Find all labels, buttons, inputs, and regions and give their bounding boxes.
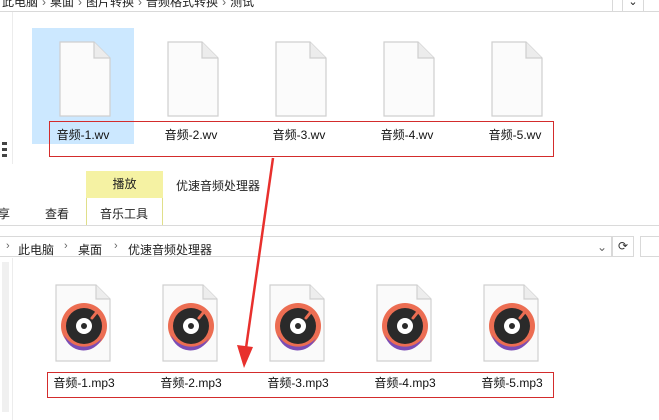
blank-document-icon <box>59 41 111 117</box>
crumb-sep-icon: › <box>42 0 47 9</box>
mp3-files-highlight-box <box>47 372 554 398</box>
crumb-sep-icon: › <box>138 0 143 9</box>
blank-document-icon <box>275 41 327 117</box>
chevron-right-icon: › <box>64 240 68 252</box>
crumb-audio-convert[interactable]: 音频格式转换 <box>144 0 220 9</box>
chevron-down-icon[interactable]: ⌄ <box>597 240 607 254</box>
chevron-right-icon: › <box>6 240 10 252</box>
refresh-button[interactable]: ⟳ <box>612 236 634 257</box>
blank-document-icon <box>491 41 543 117</box>
nav-scrollbar[interactable] <box>2 262 9 412</box>
chevron-right-icon: › <box>114 240 118 252</box>
tab-share[interactable]: 享 <box>0 205 10 222</box>
wv-files-highlight-box <box>49 121 554 157</box>
crumb-this-pc[interactable]: 此电脑 <box>0 0 40 9</box>
crumb-this-pc[interactable]: 此电脑 <box>18 241 54 258</box>
top-navigation-pane[interactable] <box>0 12 13 164</box>
blank-document-icon <box>167 41 219 117</box>
top-address-bar[interactable]: 此电脑 › 桌面 › 图片转换 › 音频格式转换 › 测试 ⌄ <box>0 0 659 12</box>
ribbon-divider <box>0 225 659 226</box>
tab-music-tools[interactable]: 音乐工具 <box>100 205 148 222</box>
crumb-sep-icon: › <box>222 0 227 9</box>
nav-item-marker <box>2 142 7 145</box>
crumb-desktop[interactable]: 桌面 <box>78 241 102 258</box>
crumb-desktop[interactable]: 桌面 <box>48 0 76 9</box>
crumb-test[interactable]: 测试 <box>228 0 256 9</box>
top-search-button[interactable]: ⌄ <box>622 0 644 11</box>
nav-item-marker <box>2 154 7 157</box>
tab-view[interactable]: 查看 <box>45 205 69 222</box>
window-title: 优速音频处理器 <box>176 179 261 193</box>
crumb-current-folder[interactable]: 优速音频处理器 <box>128 241 212 258</box>
crumb-sep-icon: › <box>78 0 83 9</box>
address-bar[interactable]: › 此电脑 › 桌面 › 优速音频处理器 ⌄ <box>0 236 612 257</box>
tab-play[interactable]: 播放 <box>86 171 163 198</box>
search-input[interactable] <box>640 236 659 257</box>
top-breadcrumb: 此电脑 › 桌面 › 图片转换 › 音频格式转换 › 测试 <box>0 0 613 11</box>
crumb-image-convert[interactable]: 图片转换 <box>84 0 136 9</box>
blank-document-icon <box>383 41 435 117</box>
nav-item-marker <box>2 148 7 151</box>
